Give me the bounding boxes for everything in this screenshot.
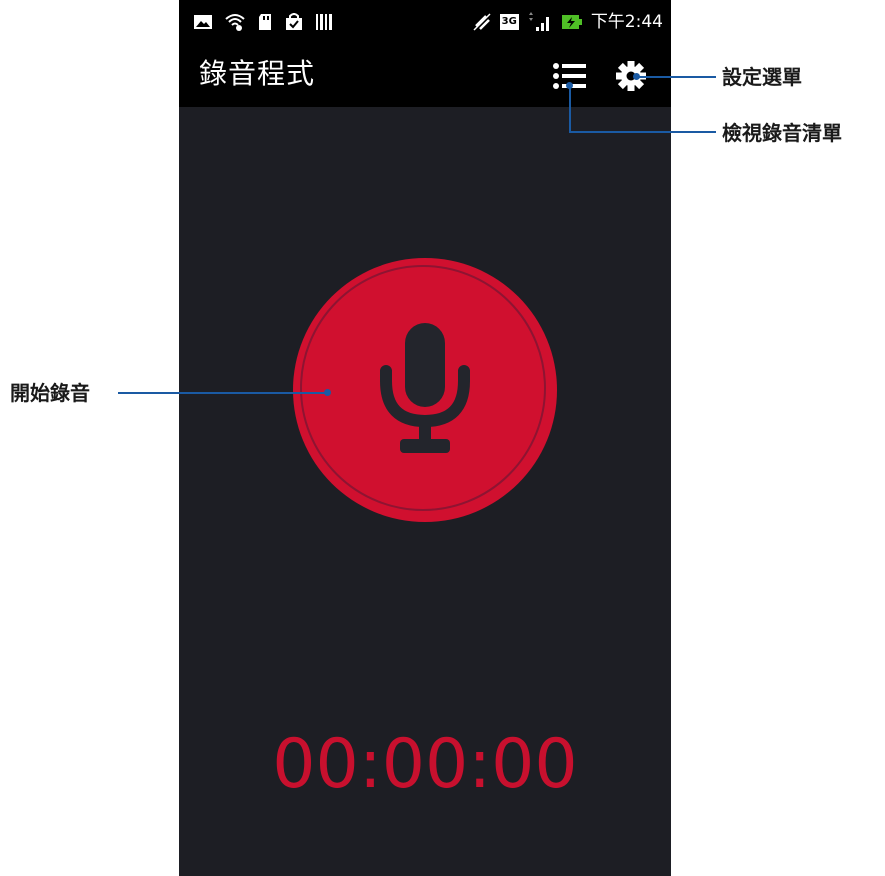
callout-dot-settings	[633, 73, 640, 80]
app-title: 錄音程式	[199, 57, 316, 90]
network-3g-icon: 3G	[499, 14, 519, 30]
callout-line-list-vertical	[569, 85, 571, 133]
callout-line-settings	[636, 76, 716, 78]
image-icon	[194, 15, 212, 29]
callout-line-list-horizontal	[569, 131, 716, 133]
app-bar: 錄音程式	[179, 44, 671, 107]
status-bar-notifications	[193, 13, 333, 31]
shopping-bag-icon	[286, 13, 302, 30]
status-bar: 3G 下午2:44	[179, 0, 671, 44]
clock: 下午2:44	[590, 12, 663, 32]
status-bar-system: 3G 下午2:44	[472, 10, 663, 34]
battery-charging-icon	[561, 15, 582, 29]
recording-timer: 00:00:00	[272, 725, 578, 804]
callout-line-record	[118, 392, 328, 394]
wifi-icon	[225, 14, 245, 31]
callout-settings-menu: 設定選單	[722, 65, 802, 89]
microphone-icon	[380, 323, 470, 453]
record-button[interactable]	[293, 258, 557, 522]
no-sync-icon	[473, 13, 491, 31]
sd-card-icon	[259, 14, 271, 30]
callout-view-recordings: 檢視錄音清單	[722, 121, 842, 145]
callout-start-recording: 開始錄音	[10, 381, 90, 405]
callout-dot-record	[324, 389, 331, 396]
barcode-icon	[316, 14, 332, 30]
signal-icon	[528, 12, 549, 31]
